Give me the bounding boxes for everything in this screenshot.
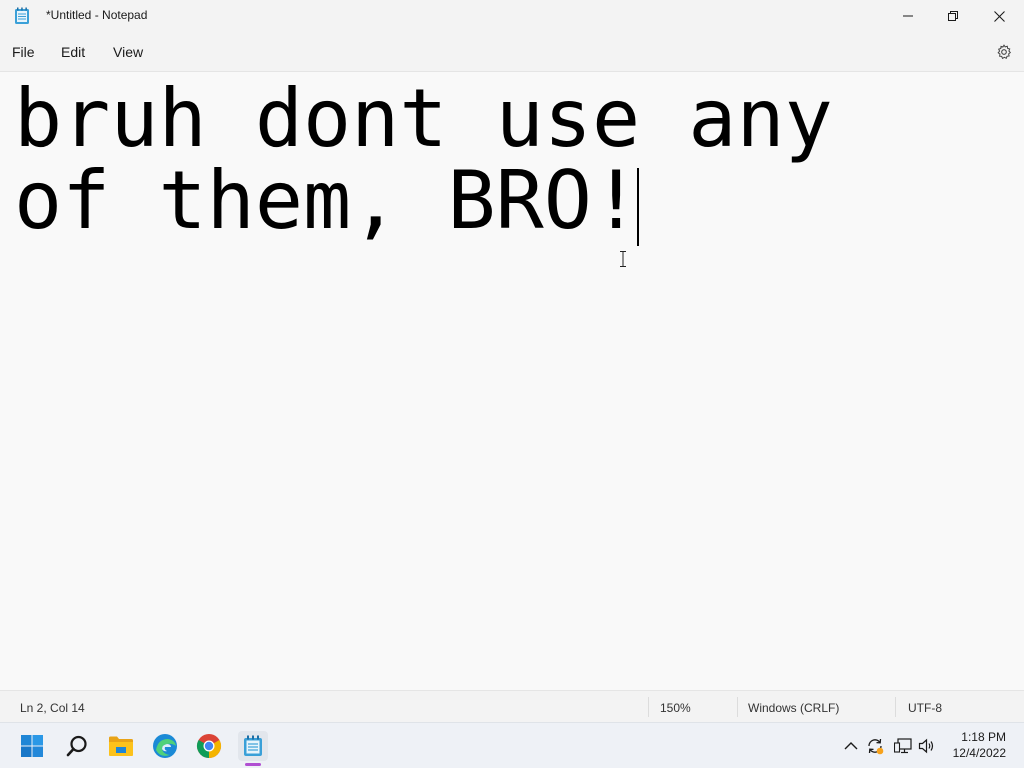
ibeam-cursor-icon [618,250,628,268]
clock-time: 1:18 PM [961,730,1006,744]
status-bar: Ln 2, Col 14 150% Windows (CRLF) UTF-8 [0,690,1024,722]
status-divider [648,697,649,717]
notepad-icon [244,735,262,756]
menu-view[interactable]: View [113,44,143,60]
notepad-app-icon [14,7,30,25]
minimize-icon [903,15,913,17]
cursor-position: Ln 2, Col 14 [20,701,85,715]
active-app-indicator [245,763,261,766]
search-icon [66,735,87,757]
taskbar: 1:18 PM 12/4/2022 [0,722,1024,768]
show-hidden-icons-chevron-up-icon[interactable] [842,737,860,755]
minimize-button[interactable] [885,0,931,32]
restore-icon [948,11,958,21]
zoom-level: 150% [660,701,691,715]
chrome-icon [196,734,222,758]
update-sync-icon[interactable] [866,737,884,755]
folder-icon [109,736,133,756]
close-button[interactable] [976,0,1022,32]
windows-logo-icon [21,735,43,757]
text-caret [637,168,639,246]
close-icon [993,10,1005,22]
search-button[interactable] [62,731,92,761]
menu-edit[interactable]: Edit [61,44,85,60]
edge-browser-button[interactable] [150,731,180,761]
editor-line-1: bruh dont use any [14,72,833,165]
settings-gear-icon[interactable] [996,44,1012,60]
menu-file[interactable]: File [12,44,35,60]
taskbar-clock[interactable]: 1:18 PM 12/4/2022 [953,729,1006,761]
editor-line-2: of them, BRO! [14,154,641,247]
window-title: *Untitled - Notepad [46,8,148,22]
encoding: UTF-8 [908,701,942,715]
editor-content[interactable]: bruh dont use any of them, BRO! [14,78,833,242]
status-divider [737,697,738,717]
file-explorer-button[interactable] [106,731,136,761]
network-icon[interactable] [894,737,912,755]
line-ending: Windows (CRLF) [748,701,840,715]
title-bar[interactable]: *Untitled - Notepad [0,0,1024,32]
status-divider [895,697,896,717]
menu-bar: File Edit View [0,32,1024,72]
restore-button[interactable] [930,0,976,32]
clock-date: 12/4/2022 [952,746,1006,760]
notepad-taskbar-button[interactable] [238,731,268,761]
edge-icon [153,734,177,758]
start-button[interactable] [17,731,47,761]
text-editor[interactable]: bruh dont use any of them, BRO! [0,72,1024,690]
volume-speaker-icon[interactable] [918,737,936,755]
chrome-browser-button[interactable] [194,731,224,761]
